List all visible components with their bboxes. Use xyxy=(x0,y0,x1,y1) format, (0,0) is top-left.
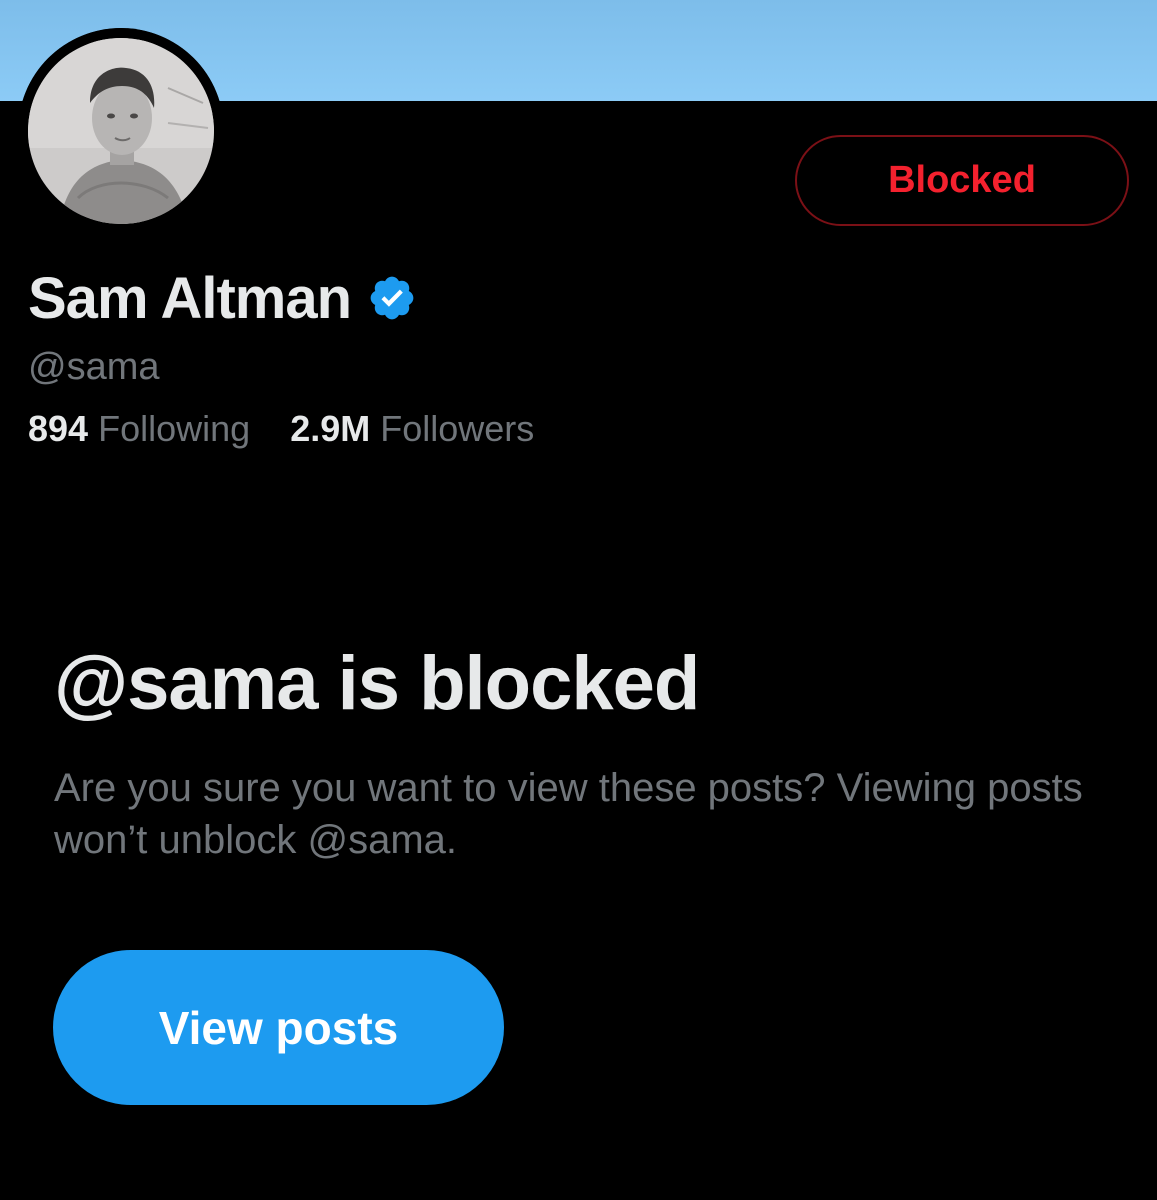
verified-badge-icon[interactable] xyxy=(367,273,417,323)
avatar-photo xyxy=(18,28,224,234)
followers-stat[interactable]: 2.9M Followers xyxy=(290,408,534,450)
display-name: Sam Altman xyxy=(28,265,352,331)
blocked-notice-description: Are you sure you want to view these post… xyxy=(54,766,1083,862)
profile-page: Blocked Sam Altman @sama 894 Following 2… xyxy=(0,0,1157,1200)
following-count: 894 xyxy=(28,408,89,449)
view-posts-button[interactable]: View posts xyxy=(53,950,504,1105)
blocked-button-label: Blocked xyxy=(888,159,1036,201)
following-stat[interactable]: 894 Following xyxy=(28,408,250,450)
profile-name-row: Sam Altman xyxy=(28,262,417,334)
view-posts-label: View posts xyxy=(158,1001,399,1054)
following-label: Following xyxy=(98,408,251,449)
blocked-button[interactable]: Blocked xyxy=(795,135,1129,226)
profile-handle: @sama xyxy=(28,346,160,388)
follow-stats: 894 Following 2.9M Followers xyxy=(28,408,534,450)
avatar[interactable] xyxy=(18,28,224,234)
followers-label: Followers xyxy=(380,408,535,449)
blocked-notice-title: @sama is blocked xyxy=(54,641,700,726)
followers-count: 2.9M xyxy=(290,408,371,449)
